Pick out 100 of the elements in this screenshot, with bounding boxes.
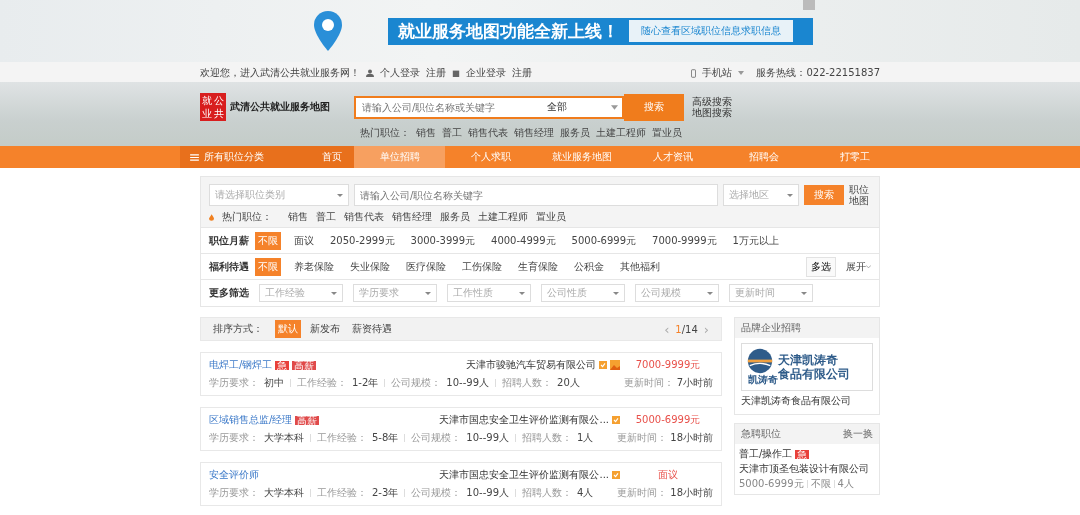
phone-icon xyxy=(691,68,697,78)
hot-tag[interactable]: 土建工程师 xyxy=(478,210,528,224)
detail-label: 工作经验： xyxy=(297,376,347,390)
top-link[interactable]: 注册 xyxy=(512,66,532,80)
hot-tag[interactable]: 销售代表 xyxy=(468,126,508,140)
welfare-option[interactable]: 医疗保险 xyxy=(403,257,449,276)
mobile-site-link[interactable]: 手机站 xyxy=(702,66,733,80)
hot-tag[interactable]: 服务员 xyxy=(440,210,470,224)
salary-option[interactable]: 2050-2999元 xyxy=(327,231,398,250)
salary-option[interactable]: 1万元以上 xyxy=(729,231,782,250)
job-title-link[interactable]: 电焊工/钢焊工 xyxy=(209,358,273,372)
updated-time: 7小时前 xyxy=(676,376,713,390)
multi-select-button[interactable]: 多选 xyxy=(806,256,836,277)
page-total: /14 xyxy=(681,323,698,335)
salary-option[interactable]: 4000-4999元 xyxy=(488,231,559,250)
hot-tag[interactable]: 销售 xyxy=(416,126,436,140)
detail-label: 公司规模： xyxy=(391,376,442,390)
top-link[interactable]: 个人登录 xyxy=(380,66,420,80)
detail-value: 10--99人 xyxy=(446,376,489,390)
brand-logo[interactable]: 凯涛奇 天津凯涛奇 食品有限公司 xyxy=(741,343,873,391)
detail-label: 学历要求： xyxy=(209,486,259,500)
updated-label: 更新时间： xyxy=(617,486,668,500)
hot-tag[interactable]: 置业员 xyxy=(652,126,682,140)
scope-dropdown[interactable]: 全部 xyxy=(547,100,567,114)
job-title-link[interactable]: 安全评价师 xyxy=(209,468,259,482)
updated-label: 更新时间： xyxy=(617,431,668,445)
top-link[interactable]: 企业登录 xyxy=(466,66,506,80)
detail-value: 2-3年 xyxy=(372,486,399,500)
welfare-option[interactable]: 公积金 xyxy=(571,257,607,276)
urgent-job-title[interactable]: 普工/操作工 xyxy=(739,447,793,461)
hot-tag[interactable]: 普工 xyxy=(316,210,336,224)
updated-time: 18小时前 xyxy=(670,486,713,500)
company-name[interactable]: 天津市顶圣包装设计有限公司 xyxy=(739,462,875,476)
person-icon xyxy=(366,69,374,77)
hot-tag[interactable]: 销售经理 xyxy=(514,126,554,140)
sort-option[interactable]: 薪资待遇 xyxy=(349,320,395,338)
top-link[interactable]: 注册 xyxy=(426,66,446,80)
close-icon[interactable] xyxy=(803,0,815,10)
caret-icon xyxy=(611,104,618,110)
building-icon xyxy=(452,69,460,77)
company-name[interactable]: 天津市国忠安全卫生评价监测有限公... xyxy=(439,468,609,482)
ad-subline: 随心查看区域职位信息求职信息 xyxy=(628,20,793,42)
refresh-link[interactable]: 换一换 xyxy=(843,427,873,441)
salary-option[interactable]: 5000-6999元 xyxy=(568,231,640,250)
company-name[interactable]: 天津市骏驰汽车贸易有限公司 xyxy=(466,358,596,372)
job-card[interactable]: 安全评价师 天津市国忠安全卫生评价监测有限公... 面议 学历要求： 大学本科 工作经验： 2-3年 公司规模： 10--99人 招聘人数： 4人 更新时间： 18小时前 xyxy=(200,462,722,506)
detail-label: 工作经验： xyxy=(317,486,367,500)
job-badge: 急 xyxy=(275,360,290,370)
welfare-option[interactable]: 其他福利 xyxy=(617,257,663,276)
detail-label: 学历要求： xyxy=(209,376,259,390)
logo-caption: 凯涛奇 xyxy=(748,373,778,387)
sort-option[interactable]: 新发布 xyxy=(307,320,343,338)
job-badge: 高薪 xyxy=(292,360,317,370)
caret-icon xyxy=(787,193,793,197)
job-salary: 7000-9999元 xyxy=(634,358,702,372)
hot-tag[interactable]: 销售 xyxy=(288,210,308,224)
welfare-option[interactable]: 失业保险 xyxy=(347,257,393,276)
globe-logo-icon xyxy=(746,347,774,375)
filter-label: 福利待遇 xyxy=(209,259,249,274)
keyword-field[interactable]: 请输入公司/职位名称关键字 xyxy=(354,184,718,206)
ad-headline: 就业服务地图功能全新上线！ xyxy=(397,19,619,43)
expand-link[interactable]: 展开 xyxy=(846,259,866,274)
job-meta: 5000-6999元 xyxy=(739,477,804,491)
updated-label: 更新时间： xyxy=(623,376,674,390)
logo-text: 天津凯涛奇 xyxy=(778,353,839,367)
hot-tag[interactable]: 销售代表 xyxy=(344,210,384,224)
job-salary: 5000-6999元 xyxy=(634,413,702,427)
caret-icon xyxy=(331,291,337,295)
job-badge: 高薪 xyxy=(295,415,320,425)
hot-tag[interactable]: 普工 xyxy=(442,126,462,140)
detail-label: 招聘人数： xyxy=(502,376,552,390)
detail-label: 公司规模： xyxy=(411,431,462,445)
hot-tag[interactable]: 服务员 xyxy=(560,126,590,140)
map-ad-banner[interactable]: 就业服务地图功能全新上线！ 随心查看区域职位信息求职信息 xyxy=(0,0,1080,62)
welcome-text: 欢迎您，进入武清公共就业服务网！ xyxy=(200,66,360,80)
salary-option[interactable]: 7000-9999元 xyxy=(649,231,720,250)
panel-title: 急聘职位 xyxy=(741,427,781,441)
hot-tag[interactable]: 土建工程师 xyxy=(596,126,646,140)
welfare-option[interactable]: 养老保险 xyxy=(291,257,337,276)
detail-label: 工作经验： xyxy=(317,431,367,445)
logo-mark[interactable]: 就 公 业 共 xyxy=(200,93,226,121)
job-card[interactable]: 区域销售总监/经理 高薪 天津市国忠安全卫生评价监测有限公... 5000-6999元 学历要求： 大学本科 工作经验： 5-8年 公司规模： 10--99人 招聘人数： 1人 更新时间： 18小时前 xyxy=(200,407,722,451)
welfare-option[interactable]: 生育保险 xyxy=(515,257,561,276)
detail-value: 5-8年 xyxy=(372,431,399,445)
hot-tag[interactable]: 置业员 xyxy=(536,210,566,224)
job-card[interactable]: 电焊工/钢焊工 急 高薪 天津市骏驰汽车贸易有限公司 7000-9999元 学历要求： 初中 工作经验： 1-2年 公司规模： 10--99人 招聘人数： 20人 更新时间： 7小时前 xyxy=(200,352,722,396)
flame-icon xyxy=(209,213,214,221)
company-name[interactable]: 天津市国忠安全卫生评价监测有限公... xyxy=(439,413,609,427)
job-map-link[interactable]: 职位地图 xyxy=(849,184,871,206)
hot-tag[interactable]: 销售经理 xyxy=(392,210,432,224)
welfare-option[interactable]: 工伤保险 xyxy=(459,257,505,276)
salary-option[interactable]: 3000-3999元 xyxy=(407,231,479,250)
panel-title: 品牌企业招聘 xyxy=(741,321,801,335)
brand-company-name[interactable]: 天津凯涛奇食品有限公司 xyxy=(741,394,873,408)
job-title-link[interactable]: 区域销售总监/经理 xyxy=(209,413,293,427)
salary-option[interactable]: 面议 xyxy=(291,231,317,250)
search-link[interactable]: 高级搜索 xyxy=(692,96,732,107)
search-field[interactable]: 请输入公司/职位名称或关键字 全部 xyxy=(354,95,624,119)
search-link[interactable]: 地图搜索 xyxy=(692,107,732,118)
hotline-text: 服务热线：022-22151837 xyxy=(756,66,880,80)
